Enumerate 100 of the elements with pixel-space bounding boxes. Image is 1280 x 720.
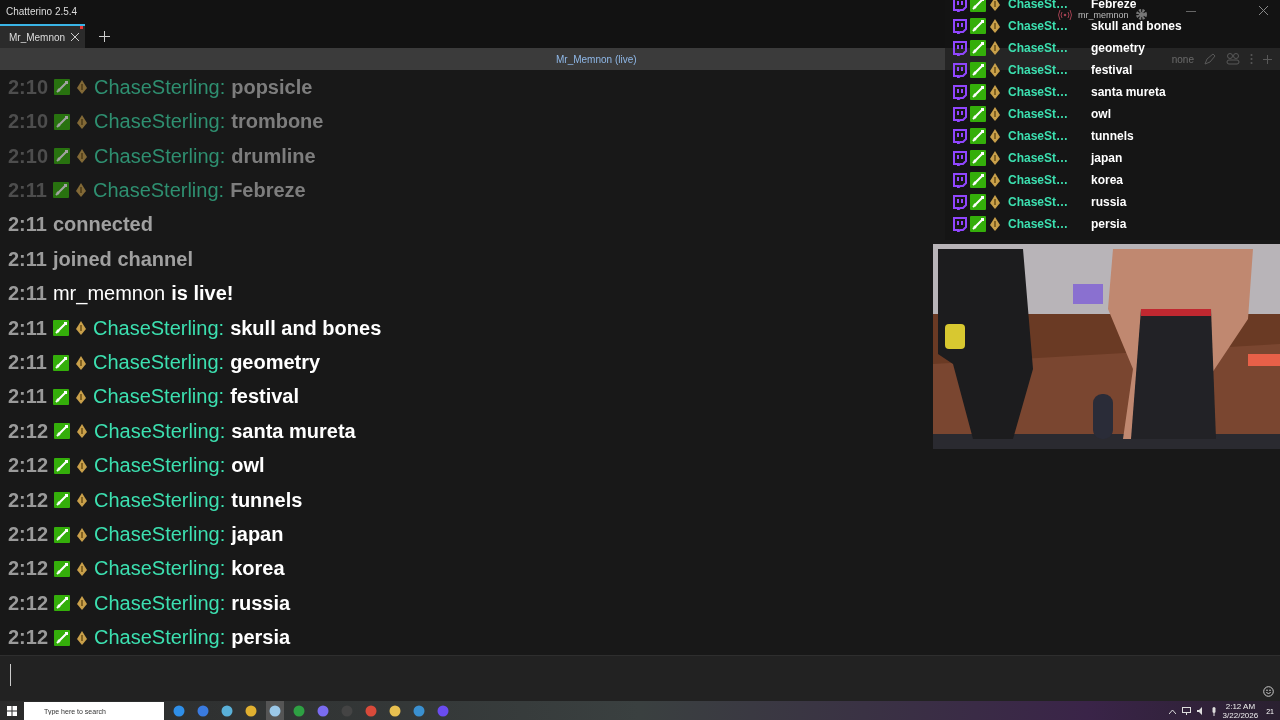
window-title: Chatterino 2.5.4 bbox=[6, 5, 78, 17]
close-icon[interactable] bbox=[1259, 6, 1268, 15]
message-text: skull and bones bbox=[230, 316, 382, 340]
username[interactable]: ChaseSterling: bbox=[92, 178, 225, 202]
sword-badge-icon bbox=[970, 194, 986, 210]
message-text: Febreze bbox=[1091, 0, 1137, 11]
clock-date[interactable]: 3/22/2026 bbox=[1222, 711, 1259, 720]
gem-badge-icon bbox=[989, 216, 1001, 232]
message-text: korea bbox=[1091, 173, 1124, 187]
message-text: Febreze bbox=[230, 178, 306, 202]
timestamp: 2:11 bbox=[8, 247, 47, 271]
gem-badge-icon bbox=[74, 182, 87, 199]
message-text: festival bbox=[230, 385, 300, 409]
sword-badge-icon bbox=[54, 492, 71, 509]
gem-badge-icon bbox=[989, 106, 1001, 122]
chat-bubble-icon bbox=[953, 0, 967, 12]
gem-badge-icon bbox=[76, 113, 89, 130]
username[interactable]: ChaseSt… bbox=[1008, 19, 1088, 33]
username[interactable]: ChaseSt… bbox=[1008, 63, 1088, 77]
sword-badge-icon bbox=[54, 457, 71, 474]
sword-badge-icon bbox=[52, 388, 69, 405]
gem-badge-icon bbox=[74, 388, 87, 405]
sword-badge-icon bbox=[970, 172, 986, 188]
username[interactable]: ChaseSterling: bbox=[94, 488, 226, 512]
message-text: japan bbox=[231, 523, 284, 547]
sword-badge-icon bbox=[52, 320, 69, 337]
username[interactable]: ChaseSterling: bbox=[94, 75, 226, 99]
username[interactable]: ChaseSt… bbox=[1008, 0, 1088, 11]
microphone-icon[interactable] bbox=[1210, 706, 1217, 716]
chat-bubble-icon bbox=[953, 40, 967, 56]
message-text: tunnels bbox=[1091, 129, 1134, 143]
message-text: drumline bbox=[231, 144, 316, 168]
username[interactable]: ChaseSt… bbox=[1008, 107, 1088, 121]
channel-title: Mr_Memnon (live) bbox=[556, 53, 637, 65]
channel-tab[interactable]: Mr_Memnon bbox=[0, 24, 86, 48]
gem-badge-icon bbox=[989, 62, 1001, 78]
add-split-icon[interactable] bbox=[1263, 54, 1272, 64]
settings-icon[interactable] bbox=[1134, 8, 1148, 21]
chevron-up-icon[interactable] bbox=[1168, 708, 1176, 714]
username[interactable]: ChaseSt… bbox=[1008, 85, 1088, 99]
message-text: tunnels bbox=[231, 488, 303, 512]
gem-badge-icon bbox=[989, 18, 1001, 34]
close-icon[interactable] bbox=[71, 33, 80, 41]
timestamp: 2:12 bbox=[8, 557, 49, 581]
username[interactable]: ChaseSterling: bbox=[92, 385, 225, 409]
sword-badge-icon bbox=[970, 84, 986, 100]
username[interactable]: ChaseSterling: bbox=[94, 419, 226, 443]
username[interactable]: ChaseSterling: bbox=[94, 523, 226, 547]
sword-badge-icon bbox=[54, 629, 71, 646]
sword-badge-icon bbox=[970, 62, 986, 78]
app-icon[interactable] bbox=[266, 701, 284, 720]
speaker-icon[interactable] bbox=[1196, 707, 1205, 715]
timestamp: 2:12 bbox=[8, 454, 49, 478]
sword-badge-icon bbox=[54, 79, 71, 96]
username[interactable]: ChaseSt… bbox=[1008, 173, 1088, 187]
username[interactable]: ChaseSt… bbox=[1008, 195, 1088, 209]
username[interactable]: ChaseSterling: bbox=[94, 591, 226, 615]
username[interactable]: ChaseSt… bbox=[1008, 41, 1088, 55]
message-text: geometry bbox=[1091, 41, 1146, 55]
username[interactable]: ChaseSterling: bbox=[94, 454, 226, 478]
sword-badge-icon bbox=[54, 113, 71, 130]
username[interactable]: ChaseSterling: bbox=[94, 626, 226, 650]
timestamp: 2:11 bbox=[8, 213, 47, 237]
username[interactable]: ChaseSterling: bbox=[94, 144, 226, 168]
username[interactable]: ChaseSt… bbox=[1008, 151, 1088, 165]
message-text: owl bbox=[1091, 107, 1111, 121]
username[interactable]: ChaseSterling: bbox=[94, 110, 226, 134]
timestamp: 2:12 bbox=[8, 419, 49, 443]
sword-badge-icon bbox=[54, 526, 71, 543]
gem-badge-icon bbox=[989, 172, 1001, 188]
gem-badge-icon bbox=[76, 79, 89, 96]
clock-time[interactable]: 2:12 AM bbox=[1225, 702, 1256, 711]
username[interactable]: ChaseSterling: bbox=[92, 316, 225, 340]
gem-badge-icon bbox=[76, 595, 89, 612]
emoji-icon[interactable] bbox=[1263, 686, 1274, 697]
sword-badge-icon bbox=[970, 0, 986, 12]
message-text: trombone bbox=[231, 110, 324, 134]
username[interactable]: ChaseSterling: bbox=[94, 557, 226, 581]
message-text: russia bbox=[1091, 195, 1127, 209]
monitor-icon[interactable] bbox=[1181, 707, 1191, 715]
message-text: owl bbox=[231, 454, 265, 478]
chat-bubble-icon bbox=[953, 194, 967, 210]
sword-badge-icon bbox=[54, 560, 71, 577]
message-text: geometry bbox=[230, 351, 321, 374]
gem-badge-icon bbox=[76, 560, 89, 577]
sword-badge-icon bbox=[970, 40, 986, 56]
timestamp: 2:12 bbox=[8, 523, 49, 547]
message-text: persia bbox=[231, 626, 291, 650]
gem-badge-icon bbox=[76, 629, 89, 646]
username[interactable]: ChaseSt… bbox=[1008, 129, 1088, 143]
chat-bubble-icon bbox=[953, 150, 967, 166]
chat-bubble-icon bbox=[953, 62, 967, 78]
username[interactable]: ChaseSterling: bbox=[92, 351, 225, 374]
username[interactable]: ChaseSt… bbox=[1008, 217, 1088, 231]
add-tab-icon[interactable] bbox=[99, 31, 111, 42]
message-text: is live! bbox=[171, 282, 234, 306]
username[interactable]: mr_memnon bbox=[52, 282, 166, 306]
gem-badge-icon bbox=[989, 128, 1001, 144]
gem-badge-icon bbox=[76, 423, 89, 440]
sword-badge-icon bbox=[970, 216, 986, 232]
